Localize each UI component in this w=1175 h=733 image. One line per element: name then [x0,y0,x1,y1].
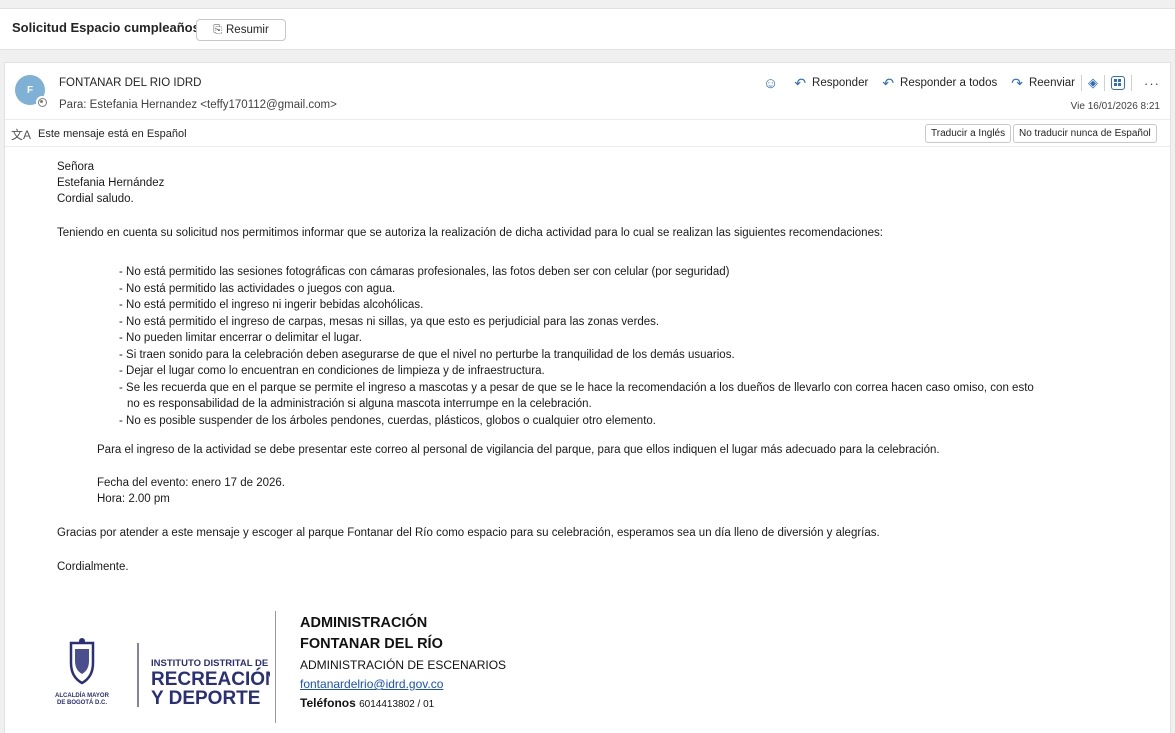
more-icon[interactable]: ··· [1144,76,1160,91]
translate-icon: 文A [11,128,32,142]
list-item: - No es posible suspender de los árboles… [119,414,656,427]
forward-icon: ↷ [1011,75,1023,91]
never-translate-button[interactable]: No traducir nunca de Español [1013,124,1157,143]
list-item: - No está permitido las actividades o ju… [119,282,396,295]
thanks-paragraph: Gracias por atender a este mensaje y esc… [57,527,880,539]
summarize-button[interactable]: ⎘ Resumir [196,19,286,41]
translation-notice: Este mensaje está en Español [38,128,187,140]
translate-button[interactable]: Traducir a Inglés [925,124,1012,143]
signature-block: ADMINISTRACIÓN FONTANAR DEL RÍO ADMINIST… [300,613,506,710]
presence-status-icon [36,96,48,108]
reply-all-icon: ↶ [882,75,895,91]
copilot-icon[interactable]: ◈ [1088,75,1098,91]
intro-paragraph: Teniendo en cuenta su solicitud nos perm… [57,227,883,239]
message-actions: ☺ ↶ Responder ↶ Responder a todos ↷ Reen… [763,73,1160,93]
list-item: - Se les recuerda que en el parque se pe… [119,381,1034,394]
list-item: - Dejar el lugar como lo encuentran en c… [119,365,545,377]
divider [1081,75,1082,91]
logo-city-1: ALCALDÍA MAYOR [55,691,110,699]
event-date: Fecha del evento: enero 17 de 2026. [97,477,285,489]
reply-all-button[interactable]: ↶ Responder a todos [882,76,997,90]
logo-text-2: RECREACIÓN [151,668,270,690]
list-item: - No está permitido el ingreso de carpas… [119,315,660,328]
list-item: - No está permitido las sesiones fotográ… [119,266,730,278]
signature-name-2: FONTANAR DEL RÍO [300,636,443,652]
summarize-icon: ⎘ [213,23,222,36]
list-item: no es responsabilidad de la administraci… [127,398,592,410]
subject-bar: Solicitud Espacio cumpleaños ⎘ Resumir [0,8,1175,50]
reply-button[interactable]: ↶ Responder [794,76,868,90]
salutation-name: Estefania Hernández [57,177,165,189]
coat-of-arms-icon [69,638,95,685]
emoji-icon[interactable]: ☺ [763,75,778,92]
signature-name-1: ADMINISTRACIÓN [300,615,428,631]
signature-divider [275,611,276,723]
event-time: Hora: 2.00 pm [97,493,170,505]
logo-city-2: DE BOGOTÁ D.C. [57,699,107,706]
message-date: Vie 16/01/2026 8:21 [1070,101,1160,112]
message-card: F FONTANAR DEL RIO IDRD Para: Estefania … [4,62,1171,733]
divider [1131,75,1132,91]
logo-text-3: Y DEPORTE [151,688,260,709]
idrd-logo: ALCALDÍA MAYOR DE BOGOTÁ D.C. INSTITUTO … [55,638,270,709]
recipient-line: Para: Estefania Hernandez <teffy170112@g… [59,99,337,111]
sender-name[interactable]: FONTANAR DEL RIO IDRD [59,77,201,89]
subject-title: Solicitud Espacio cumpleaños [12,20,200,35]
signature-role: ADMINISTRACIÓN DE ESCENARIOS [300,658,507,672]
list-item: - No está permitido el ingreso ni ingeri… [119,299,424,311]
entry-note: Para el ingreso de la actividad se debe … [97,444,940,456]
phone-value: 6014413802 / 01 [359,699,435,710]
logo-text-1: INSTITUTO DISTRITAL DE [151,658,268,669]
forward-label: Reenviar [1028,77,1075,89]
reply-label: Responder [812,77,869,89]
reply-icon: ↶ [794,75,807,91]
translation-bar: 文A Este mensaje está en Español Traducir… [5,119,1170,147]
divider [1104,75,1105,91]
reply-all-label: Responder a todos [900,77,998,89]
rules-list: - No está permitido las sesiones fotográ… [119,264,1034,429]
signature-email-link[interactable]: fontanardelrio@idrd.gov.co [300,677,506,691]
list-item: - No pueden limitar encerrar o delimitar… [119,332,362,344]
salutation-greeting: Cordial saludo. [57,193,134,205]
signature-phone: Teléfonos 6014413802 / 01 [300,696,506,710]
summarize-label: Resumir [226,24,269,36]
apps-icon[interactable] [1111,76,1125,90]
forward-button[interactable]: ↷ Reenviar [1011,76,1075,90]
salutation-title: Señora [57,161,95,173]
phone-label: Teléfonos [300,696,356,710]
list-item: - Si traen sonido para la celebración de… [119,348,735,361]
closing: Cordialmente. [57,561,129,573]
